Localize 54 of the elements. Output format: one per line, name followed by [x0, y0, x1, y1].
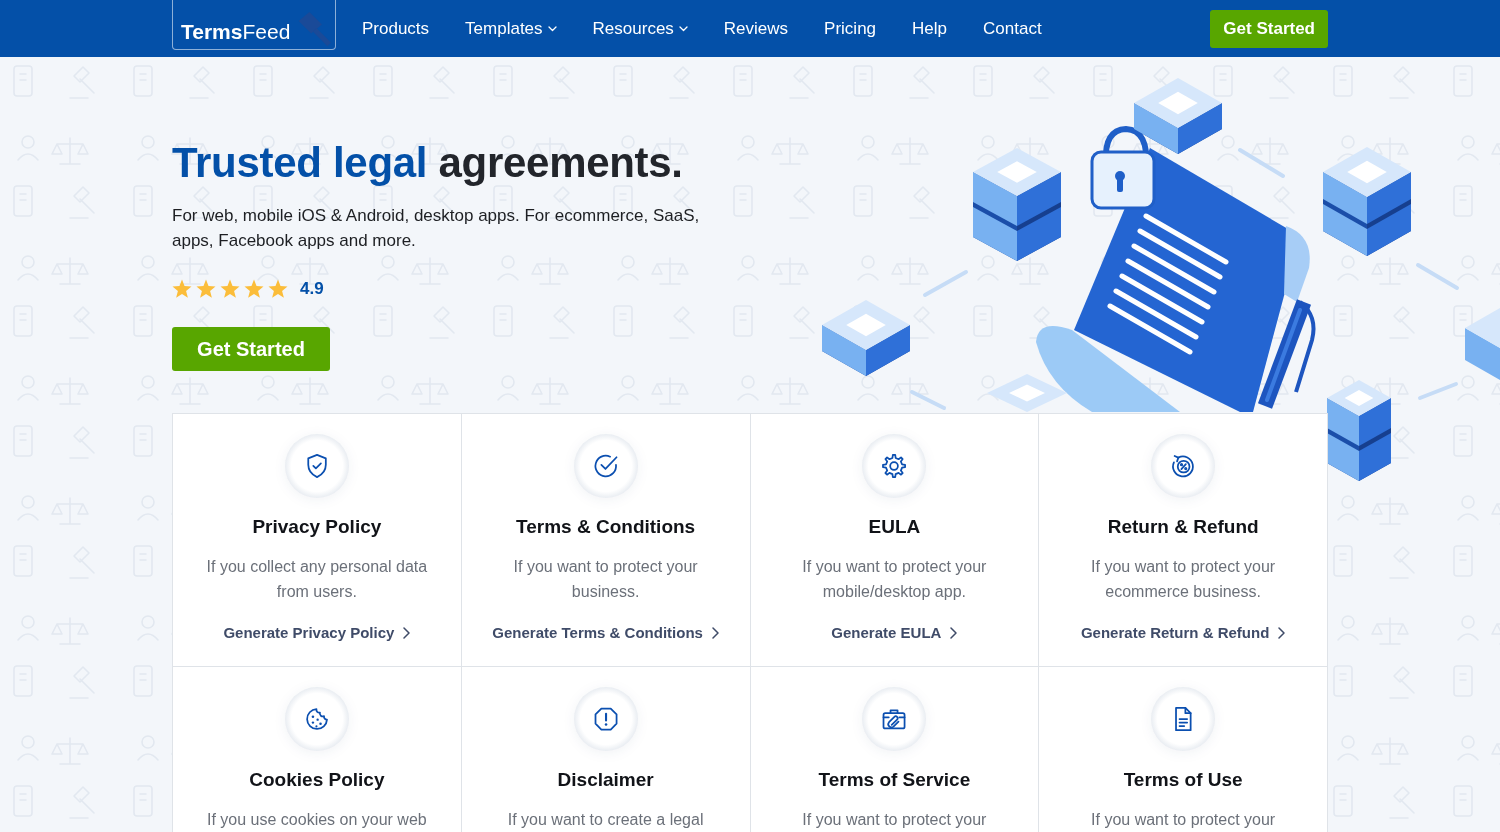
card-description: If you want to protect your business.: [512, 557, 699, 602]
card-description: If you want to create a legal: [507, 810, 704, 830]
hero-title: Trusted legal agreements.: [172, 138, 683, 188]
star-icon: [244, 279, 264, 299]
gear-icon: [862, 434, 927, 498]
nav-link[interactable]: Reviews: [723, 17, 789, 40]
briefcase-paperclip-icon: [862, 687, 927, 751]
nav-link[interactable]: Contact: [983, 17, 1042, 40]
card-title: Terms & Conditions: [516, 515, 696, 539]
chevron-right-icon: [711, 627, 719, 639]
card-title: Terms of Use: [1123, 768, 1243, 792]
dash-line: [910, 390, 946, 410]
star-icon: [268, 279, 288, 299]
star-icon: [220, 279, 240, 299]
card-title: Privacy Policy: [252, 515, 382, 539]
star-icon: [172, 279, 192, 299]
rating-value: 4.9: [300, 279, 324, 299]
chevron-down-icon: [678, 25, 688, 32]
nav-link[interactable]: Templates: [465, 17, 557, 40]
card-title: Terms of Service: [818, 768, 971, 792]
nav-link[interactable]: Pricing: [824, 17, 877, 40]
check-circle-icon: [573, 434, 638, 498]
chevron-down-icon: [547, 25, 557, 32]
card-title: Return & Refund: [1107, 515, 1259, 539]
card-title: EULA: [868, 515, 921, 539]
hero-subtitle: For web, mobile iOS & Android, desktop apps. For ecommerce, SaaS, apps, Facebook apps and more.: [172, 205, 701, 252]
card-description: If you want to protect your: [1091, 810, 1276, 830]
circular-arrow-percent-icon: [1151, 434, 1216, 498]
nav-link[interactable]: Resources: [592, 17, 688, 40]
dash-line: [1416, 263, 1459, 290]
nav-link[interactable]: Help: [912, 17, 948, 40]
card-title: Disclaimer: [557, 768, 654, 792]
chevron-right-icon: [950, 627, 958, 639]
generate-link[interactable]: Generate Privacy Policy: [223, 623, 411, 643]
card-description: If you want to protect your mobile/desktop app.: [801, 557, 988, 602]
generate-link[interactable]: Generate Return & Refund: [1080, 623, 1286, 643]
card-title: Cookies Policy: [249, 768, 385, 792]
document-icon: [1151, 687, 1216, 751]
star-icon: [196, 279, 216, 299]
cube-drawing: [1465, 308, 1500, 380]
card-description: If you use cookies on your web: [207, 810, 427, 830]
card-description: If you want to protect your: [802, 810, 987, 830]
shield-check-icon: [284, 434, 349, 498]
generate-link[interactable]: Generate EULA: [831, 623, 958, 643]
logo-link[interactable]: TermsFeed: [172, 0, 336, 50]
dash-line: [923, 270, 968, 297]
cookie-icon: [284, 687, 349, 751]
chevron-right-icon: [1278, 627, 1286, 639]
dash-line: [1418, 382, 1458, 400]
generate-link[interactable]: Generate Terms & Conditions: [492, 623, 719, 643]
card-description: If you want to protect your ecommerce business.: [1090, 557, 1277, 602]
nav-link[interactable]: Products: [362, 17, 430, 40]
card-description: If you collect any personal data from users.: [205, 557, 429, 602]
chevron-right-icon: [403, 627, 411, 639]
